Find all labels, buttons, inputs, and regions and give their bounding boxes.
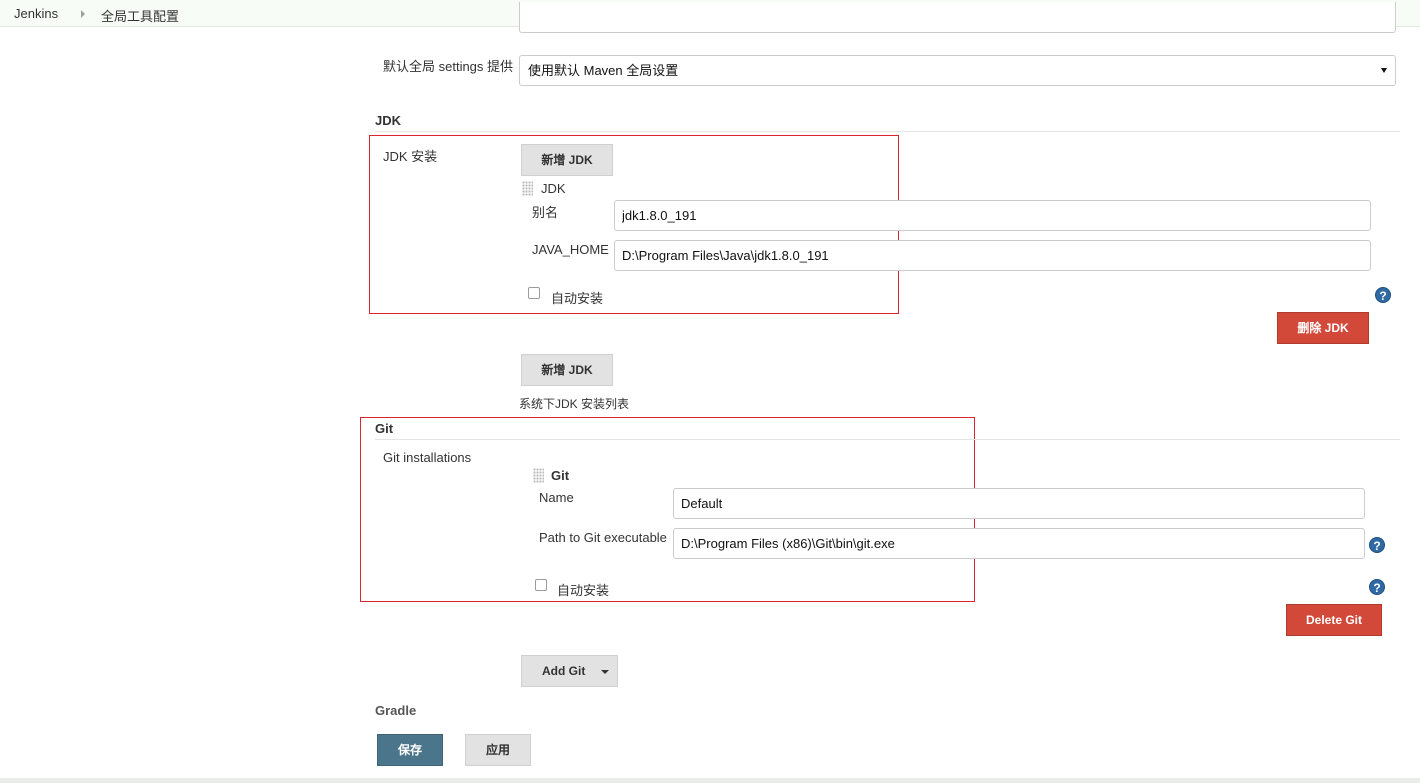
help-icon[interactable]: ?: [1375, 287, 1391, 303]
help-icon[interactable]: ?: [1369, 579, 1385, 595]
select-arrow-icon: [1381, 68, 1387, 73]
git-item-title: Git: [551, 468, 570, 483]
drag-handle-icon[interactable]: [533, 468, 544, 483]
jdk-auto-install-checkbox[interactable]: [528, 287, 540, 299]
git-name-label: Name: [539, 490, 574, 505]
add-jdk-button-2[interactable]: 新增 JDK: [521, 354, 613, 386]
delete-jdk-button[interactable]: 删除 JDK: [1277, 312, 1369, 344]
global-settings-label: 默认全局 settings 提供: [383, 59, 514, 74]
jdk-auto-install-label: 自动安装: [551, 291, 604, 306]
git-section-title: Git: [375, 421, 394, 436]
git-auto-install-label: 自动安装: [557, 583, 610, 598]
jdk-alias-label: 别名: [532, 205, 559, 220]
help-icon[interactable]: ?: [1369, 537, 1385, 553]
save-button[interactable]: 保存: [377, 734, 443, 766]
delete-git-button[interactable]: Delete Git: [1286, 604, 1382, 636]
global-settings-select[interactable]: 使用默认 Maven 全局设置: [519, 55, 1396, 86]
breadcrumb-item-jenkins[interactable]: Jenkins: [14, 6, 58, 21]
bottom-bar: [0, 778, 1420, 783]
apply-button[interactable]: 应用: [465, 734, 531, 766]
chevron-down-icon: [601, 670, 609, 674]
add-git-label: Add Git: [542, 664, 586, 678]
git-section-divider: [375, 439, 1400, 440]
drag-handle-icon[interactable]: [522, 181, 533, 196]
java-home-input[interactable]: [614, 240, 1371, 271]
breadcrumb-separator-icon: [81, 10, 85, 18]
git-installations-label: Git installations: [383, 450, 472, 465]
git-path-label: Path to Git executable: [539, 530, 667, 545]
jdk-list-caption: 系统下JDK 安装列表: [519, 397, 630, 411]
jdk-install-label: JDK 安装: [383, 149, 438, 164]
maven-previous-input[interactable]: [519, 2, 1396, 33]
jdk-section-divider: [375, 131, 1400, 132]
gradle-section-title: Gradle: [375, 703, 417, 718]
jdk-section-title: JDK: [375, 113, 402, 128]
git-path-input[interactable]: [673, 528, 1365, 559]
jdk-alias-input[interactable]: [614, 200, 1371, 231]
git-auto-install-checkbox[interactable]: [535, 579, 547, 591]
java-home-label: JAVA_HOME: [532, 242, 609, 257]
breadcrumb-item-global-tool-config[interactable]: 全局工具配置: [101, 6, 179, 25]
jdk-item-title: JDK: [541, 181, 566, 196]
git-name-input[interactable]: [673, 488, 1365, 519]
global-settings-selected-value: 使用默认 Maven 全局设置: [528, 63, 679, 78]
add-jdk-button[interactable]: 新增 JDK: [521, 144, 613, 176]
add-git-button[interactable]: Add Git: [521, 655, 618, 687]
